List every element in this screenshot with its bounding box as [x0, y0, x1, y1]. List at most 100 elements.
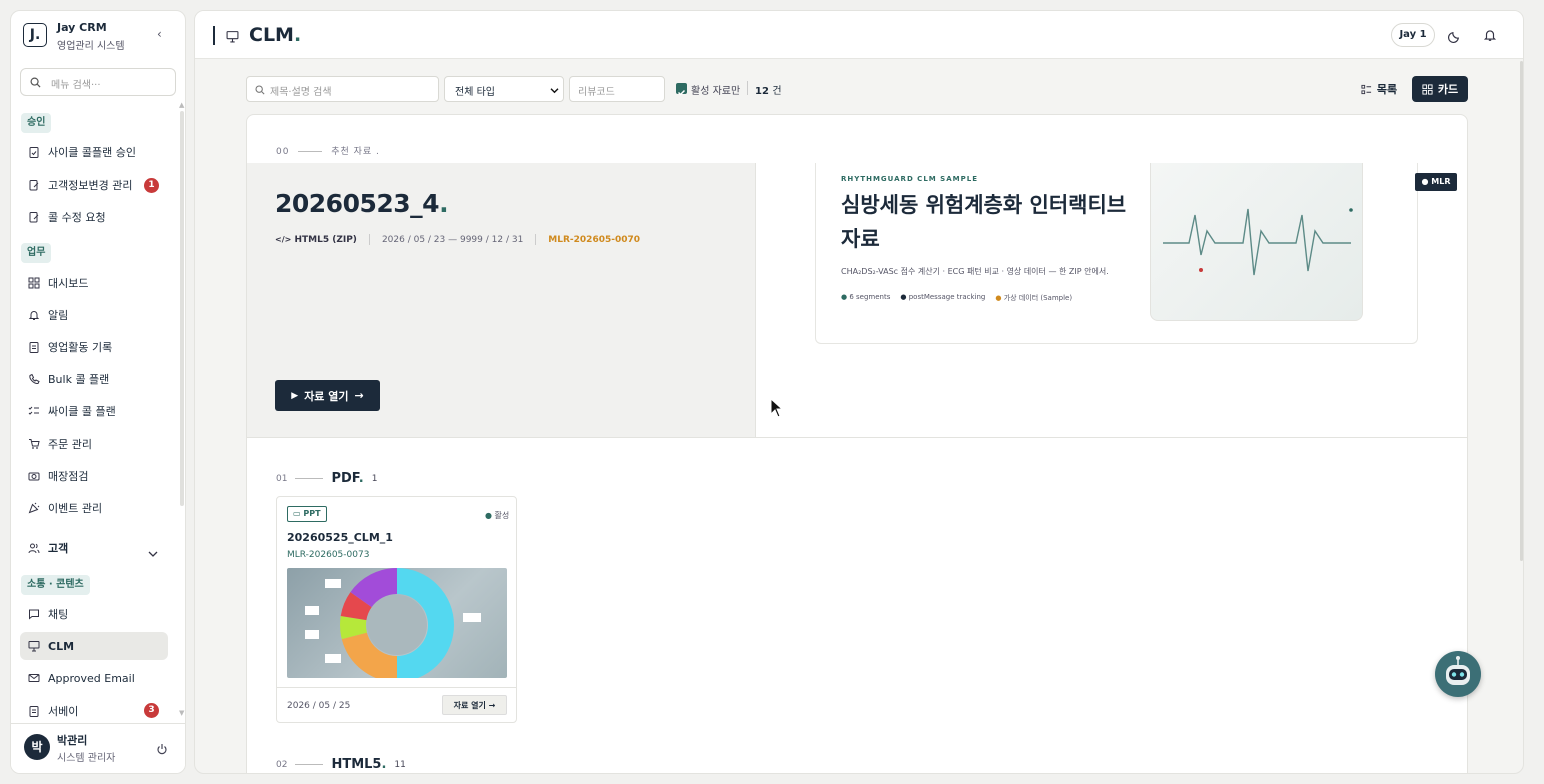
- list-icon: [1361, 84, 1371, 94]
- app-logo[interactable]: J.: [23, 23, 47, 47]
- sidebar-item-label: 알림: [48, 309, 69, 322]
- sidebar-item-label: 영업활동 기록: [48, 341, 113, 354]
- preview-tag: ● 가상 데이터 (Sample): [995, 294, 1073, 302]
- active-only-checkbox[interactable]: [676, 83, 687, 96]
- sidebar-item-store-check[interactable]: 매장점검: [20, 462, 168, 490]
- sidebar-group-customers[interactable]: 고객: [20, 534, 168, 562]
- grid-icon: [20, 277, 48, 289]
- search-icon: [255, 85, 265, 95]
- collapse-sidebar-icon[interactable]: ‹: [157, 27, 162, 41]
- presentation-icon: [226, 28, 239, 47]
- menu-search-input[interactable]: 메뉴 검색···: [20, 68, 176, 96]
- edit-doc-icon: [20, 211, 48, 223]
- card-open-button[interactable]: 자료 열기 →: [442, 695, 507, 715]
- section-label-approval: 승인: [21, 113, 52, 133]
- sidebar-item-call-edit-request[interactable]: 콜 수정 요청: [20, 203, 168, 231]
- dark-mode-icon[interactable]: [1447, 28, 1461, 47]
- preview-description: CHA₂DS₂-VASc 점수 계산기 · ECG 패턴 비교 · 영상 데이터…: [841, 267, 1109, 276]
- preview-title: 심방세동 위험계층화 인터랙티브 자료: [841, 193, 1127, 251]
- sidebar-item-activity-log[interactable]: 영업활동 기록: [20, 333, 168, 361]
- bell-icon[interactable]: [1483, 27, 1497, 46]
- play-icon: ▶: [291, 390, 299, 401]
- sidebar-item-label: CLM: [48, 639, 75, 653]
- sidebar-item-notifications[interactable]: 알림: [20, 301, 168, 329]
- card-title: 20260525_CLM_1: [287, 531, 393, 544]
- sidebar-item-bulk-callplan[interactable]: Bulk 콜 플랜: [20, 365, 168, 393]
- sidebar-item-label: 콜 수정 요청: [48, 211, 106, 224]
- main-panel: CLM. Jay 1 제목·설명 검색 전체 타입 리뷰코드 활성 자료만 12…: [194, 10, 1524, 774]
- mail-icon: [20, 672, 48, 684]
- preview-tags: ● 6 segments ● postMessage tracking ● 가상…: [841, 293, 1072, 303]
- view-list-button[interactable]: 목록: [1355, 76, 1403, 102]
- mlr-badge: ● MLR: [1415, 173, 1457, 191]
- sidebar-item-clm[interactable]: CLM: [20, 632, 168, 660]
- avatar[interactable]: 박: [24, 734, 50, 760]
- divider: [277, 687, 516, 688]
- power-icon[interactable]: [156, 740, 168, 759]
- app-name: Jay CRM: [57, 21, 107, 34]
- type-select[interactable]: 전체 타입: [444, 76, 564, 102]
- page-title: CLM.: [249, 24, 302, 46]
- featured-section-header: 00 추천 자료 .: [276, 147, 380, 157]
- presentation-icon: ▭: [293, 509, 301, 518]
- sidebar-item-label: 대시보드: [48, 277, 89, 290]
- clipboard-icon: [20, 341, 48, 353]
- sidebar-item-label: 사이클 콜플랜 승인: [48, 146, 136, 159]
- chatbot-button[interactable]: [1435, 651, 1481, 697]
- sidebar-item-events[interactable]: 이벤트 관리: [20, 494, 168, 522]
- user-role: 시스템 관리자: [57, 753, 116, 764]
- review-code-input[interactable]: 리뷰코드: [569, 76, 665, 102]
- ecg-thumbnail: [1150, 163, 1363, 321]
- preview-eyebrow: RHYTHMGUARD CLM SAMPLE: [841, 175, 978, 183]
- main-scrollbar[interactable]: [1520, 61, 1523, 561]
- sidebar-item-label: 이벤트 관리: [48, 502, 103, 515]
- sidebar-item-cycle-callplan[interactable]: 싸이클 콜 플랜: [20, 397, 168, 425]
- sidebar-item-dashboard[interactable]: 대시보드: [20, 269, 168, 297]
- sidebar-item-approved-email[interactable]: Approved Email: [20, 664, 168, 692]
- app-subtitle: 영업관리 시스템: [57, 41, 125, 52]
- cart-icon: [20, 438, 48, 450]
- divider: [747, 81, 748, 95]
- sidebar-item-chat[interactable]: 채팅: [20, 600, 168, 628]
- chevron-down-icon[interactable]: [148, 543, 158, 562]
- menu-search-placeholder: 메뉴 검색···: [51, 80, 101, 91]
- sidebar-item-orders[interactable]: 주문 관리: [20, 430, 168, 458]
- featured-type: </> HTML5 (ZIP): [275, 234, 357, 245]
- user-chip[interactable]: Jay 1: [1391, 23, 1435, 47]
- card-thumbnail: [287, 568, 507, 678]
- scroll-down-icon[interactable]: ▼: [179, 709, 184, 717]
- view-card-button[interactable]: 카드: [1412, 76, 1468, 102]
- sidebar-item-label: Bulk 콜 플랜: [48, 373, 110, 386]
- title-search-input[interactable]: 제목·설명 검색: [246, 76, 439, 102]
- sidebar-scrollbar[interactable]: [180, 111, 184, 506]
- camera-icon: [20, 470, 48, 482]
- sidebar-item-label: 싸이클 콜 플랜: [48, 405, 116, 418]
- featured-period: 2026 / 05 / 23 — 9999 / 12 / 31: [381, 234, 524, 245]
- clipboard-icon: [20, 705, 48, 717]
- featured-meta: </> HTML5 (ZIP) 2026 / 05 / 23 — 9999 / …: [275, 234, 640, 245]
- sidebar-item-cycle-callplan-approval[interactable]: 사이클 콜플랜 승인: [20, 138, 168, 166]
- preview-tag: ● 6 segments: [841, 293, 891, 301]
- status-badge: ● 활성: [485, 511, 510, 520]
- edit-doc-icon: [20, 179, 48, 191]
- card-date: 2026 / 05 / 25: [287, 701, 351, 711]
- card-review-code: MLR-202605-0073: [287, 550, 370, 560]
- active-only-label[interactable]: 활성 자료만: [691, 82, 740, 97]
- title-accent-bar: [213, 26, 215, 45]
- robot-icon: [1446, 656, 1470, 685]
- grid-icon: [1422, 83, 1433, 95]
- chevron-down-icon: [550, 88, 559, 94]
- title-search-placeholder: 제목·설명 검색: [270, 87, 332, 98]
- featured-open-button[interactable]: ▶ 자료 열기 →: [275, 380, 380, 411]
- sidebar-item-label: 고객정보변경 관리: [48, 179, 133, 192]
- review-code-placeholder: 리뷰코드: [578, 87, 615, 98]
- scroll-up-icon[interactable]: ▲: [179, 101, 184, 109]
- donut-chart-thumbnail: [305, 568, 481, 678]
- section-label-communication: 소통 · 콘텐츠: [21, 575, 90, 595]
- chat-icon: [20, 608, 48, 620]
- sidebar-group-label: 고객: [48, 542, 69, 555]
- section-label-work: 업무: [21, 243, 52, 263]
- user-name: 박관리: [57, 734, 88, 747]
- bell-icon: [20, 309, 48, 321]
- result-count: 12 건: [755, 86, 782, 97]
